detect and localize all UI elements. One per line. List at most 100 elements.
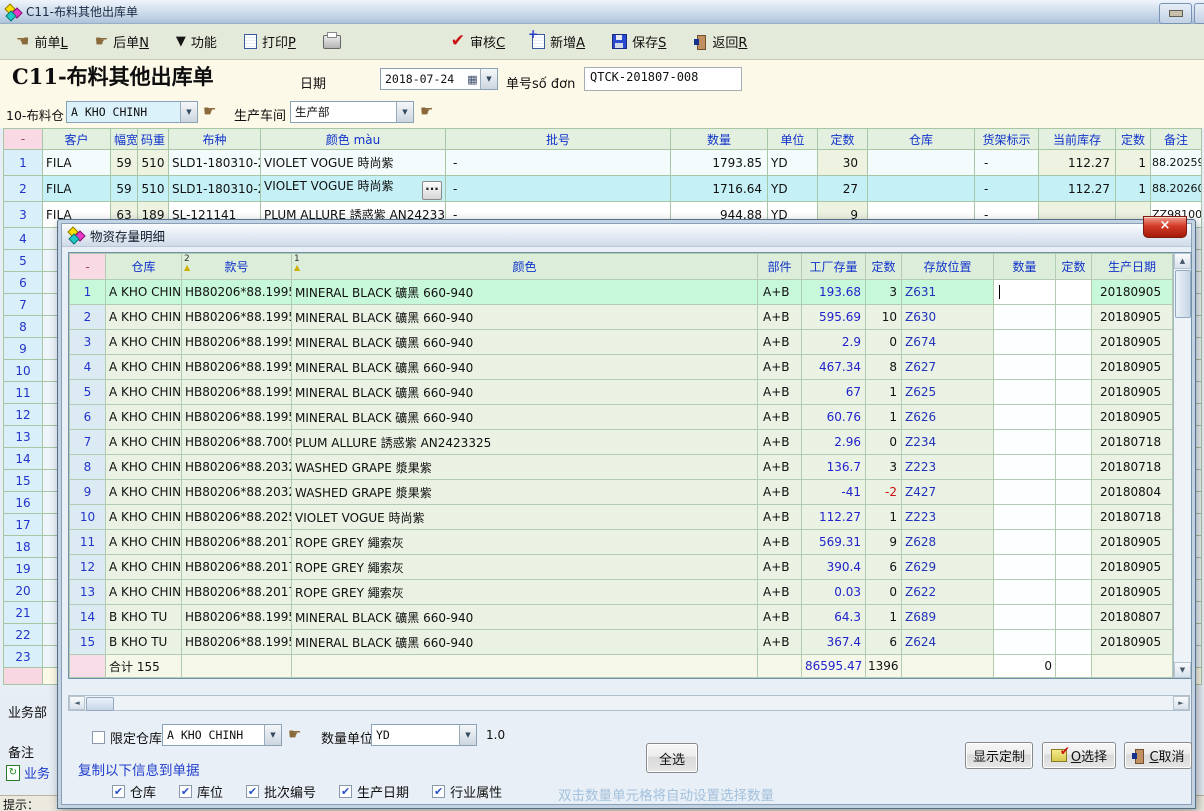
cell[interactable]: MINERAL BLACK 礦黑 660-940 xyxy=(292,605,758,630)
cell[interactable]: MINERAL BLACK 礦黑 660-940 xyxy=(292,355,758,380)
toolbar-new-button[interactable]: 新增A xyxy=(532,32,585,51)
cell[interactable]: 20180718 xyxy=(1092,455,1173,480)
cell[interactable]: PLUM ALLURE 誘惑紫 AN2423325 xyxy=(292,430,758,455)
toolbar-save-button[interactable]: 保存S xyxy=(612,32,666,51)
cell[interactable]: - xyxy=(975,150,1039,176)
row-number[interactable]: 17 xyxy=(4,514,43,536)
unit-select[interactable]: YD ▼ xyxy=(371,724,477,746)
cell[interactable]: 67 xyxy=(802,380,866,405)
window-edge-button[interactable] xyxy=(1194,3,1204,24)
toolbar-audit-button[interactable]: ✔审核C xyxy=(451,32,505,51)
cell[interactable]: 112.27 xyxy=(1039,150,1116,176)
cell[interactable]: B KHO TU xyxy=(106,630,182,655)
main-col-header[interactable]: 备注 xyxy=(1151,129,1202,150)
cell[interactable] xyxy=(994,380,1056,405)
cell[interactable] xyxy=(994,405,1056,430)
cell[interactable]: MINERAL BLACK 礦黑 660-940 xyxy=(292,630,758,655)
cell[interactable] xyxy=(994,305,1056,330)
cell[interactable]: 14 xyxy=(70,605,106,630)
cell[interactable]: 20180905 xyxy=(1092,405,1173,430)
row-number[interactable]: 7 xyxy=(4,294,43,316)
copy-option-checkbox[interactable]: ✔生产日期 xyxy=(339,782,409,801)
cell[interactable] xyxy=(994,455,1056,480)
cell[interactable]: MINERAL BLACK 礦黑 660-940 xyxy=(292,380,758,405)
cell[interactable] xyxy=(1056,505,1092,530)
cell[interactable]: 510 xyxy=(138,150,169,176)
dialog-col-header[interactable]: 定数 xyxy=(866,254,902,280)
cell[interactable]: A KHO CHINH xyxy=(106,555,182,580)
cell[interactable]: HB80206*88.19958 xyxy=(182,630,292,655)
cell[interactable]: 8 xyxy=(866,355,902,380)
cell[interactable]: 13 xyxy=(70,580,106,605)
cell[interactable] xyxy=(994,630,1056,655)
cell[interactable]: 0 xyxy=(866,430,902,455)
main-col-header[interactable]: 定数 xyxy=(818,129,868,150)
cell[interactable]: Z624 xyxy=(902,630,994,655)
cell[interactable]: WASHED GRAPE 漿果紫 xyxy=(292,455,758,480)
main-col-header[interactable]: 幅宽 xyxy=(111,129,138,150)
chevron-down-icon[interactable]: ▼ xyxy=(180,102,197,122)
dialog-col-header[interactable]: 部件 xyxy=(758,254,802,280)
scroll-up-icon[interactable]: ▲ xyxy=(1174,253,1191,269)
cell[interactable]: A+B xyxy=(758,555,802,580)
cell[interactable]: WASHED GRAPE 漿果紫 xyxy=(292,480,758,505)
row-number[interactable]: 21 xyxy=(4,602,43,624)
cell[interactable] xyxy=(1056,330,1092,355)
cell[interactable]: Z223 xyxy=(902,505,994,530)
cell[interactable]: 9 xyxy=(866,530,902,555)
cell[interactable]: 20180804 xyxy=(1092,480,1173,505)
cell[interactable] xyxy=(994,505,1056,530)
dialog-col-header[interactable]: 仓库 xyxy=(106,254,182,280)
copy-option-checkbox[interactable]: ✔批次编号 xyxy=(246,782,316,801)
dialog-col-header[interactable]: 工厂存量 xyxy=(802,254,866,280)
chevron-down-icon[interactable]: ▼ xyxy=(459,725,476,745)
scroll-down-icon[interactable]: ▼ xyxy=(1174,662,1191,678)
chevron-down-icon[interactable]: ▼ xyxy=(396,102,413,122)
cell[interactable]: 3 xyxy=(866,280,902,305)
cell[interactable]: A+B xyxy=(758,505,802,530)
vertical-scrollbar[interactable]: ▲ ▼ xyxy=(1173,253,1191,678)
cell[interactable]: 27 xyxy=(818,176,868,202)
scrollbar-thumb[interactable] xyxy=(1175,270,1191,318)
cell[interactable]: Z223 xyxy=(902,455,994,480)
cell[interactable]: A KHO CHINH xyxy=(106,330,182,355)
row-number[interactable]: 8 xyxy=(4,316,43,338)
cell[interactable]: 569.31 xyxy=(802,530,866,555)
close-icon[interactable]: × xyxy=(1143,216,1187,238)
cell[interactable]: HB80206*88.19959 xyxy=(182,405,292,430)
cell[interactable]: HB80206*88.19951 xyxy=(182,605,292,630)
copy-option-checkbox[interactable]: ✔行业属性 xyxy=(432,782,502,801)
cell[interactable]: -2 xyxy=(866,480,902,505)
cell[interactable]: 1 xyxy=(70,280,106,305)
cell[interactable]: 1793.85 xyxy=(671,150,768,176)
cell[interactable]: 136.7 xyxy=(802,455,866,480)
cell[interactable]: A KHO CHINH xyxy=(106,405,182,430)
cell[interactable]: A KHO CHINH xyxy=(106,530,182,555)
order-no-field[interactable]: QTCK-201807-008 xyxy=(584,67,742,91)
cell[interactable] xyxy=(994,330,1056,355)
cell[interactable]: 2.9 xyxy=(802,330,866,355)
cell[interactable]: A+B xyxy=(758,455,802,480)
cell[interactable]: 3 xyxy=(866,455,902,480)
cell[interactable]: A KHO CHINH xyxy=(106,455,182,480)
cell[interactable]: 112.27 xyxy=(1039,176,1116,202)
ellipsis-button[interactable]: ... xyxy=(422,181,442,200)
cell[interactable]: A KHO CHINH xyxy=(106,280,182,305)
cell[interactable] xyxy=(1056,530,1092,555)
select-all-button[interactable]: 全选 xyxy=(646,743,698,773)
row-number[interactable]: 16 xyxy=(4,492,43,514)
cell[interactable]: 6 xyxy=(866,630,902,655)
toolbar-next-button[interactable]: ☛后单N xyxy=(95,32,149,51)
cell[interactable] xyxy=(1056,605,1092,630)
cell[interactable]: 0.03 xyxy=(802,580,866,605)
row-number[interactable]: 4 xyxy=(4,228,43,250)
cell[interactable]: 30 xyxy=(818,150,868,176)
cell[interactable]: VIOLET VOGUE 時尚紫 xyxy=(292,505,758,530)
cell[interactable]: 367.4 xyxy=(802,630,866,655)
cell[interactable]: 12 xyxy=(70,555,106,580)
cell[interactable] xyxy=(994,480,1056,505)
cell[interactable]: 15 xyxy=(70,630,106,655)
cell[interactable]: Z234 xyxy=(902,430,994,455)
cell[interactable] xyxy=(1056,355,1092,380)
cell[interactable]: 0 xyxy=(866,330,902,355)
